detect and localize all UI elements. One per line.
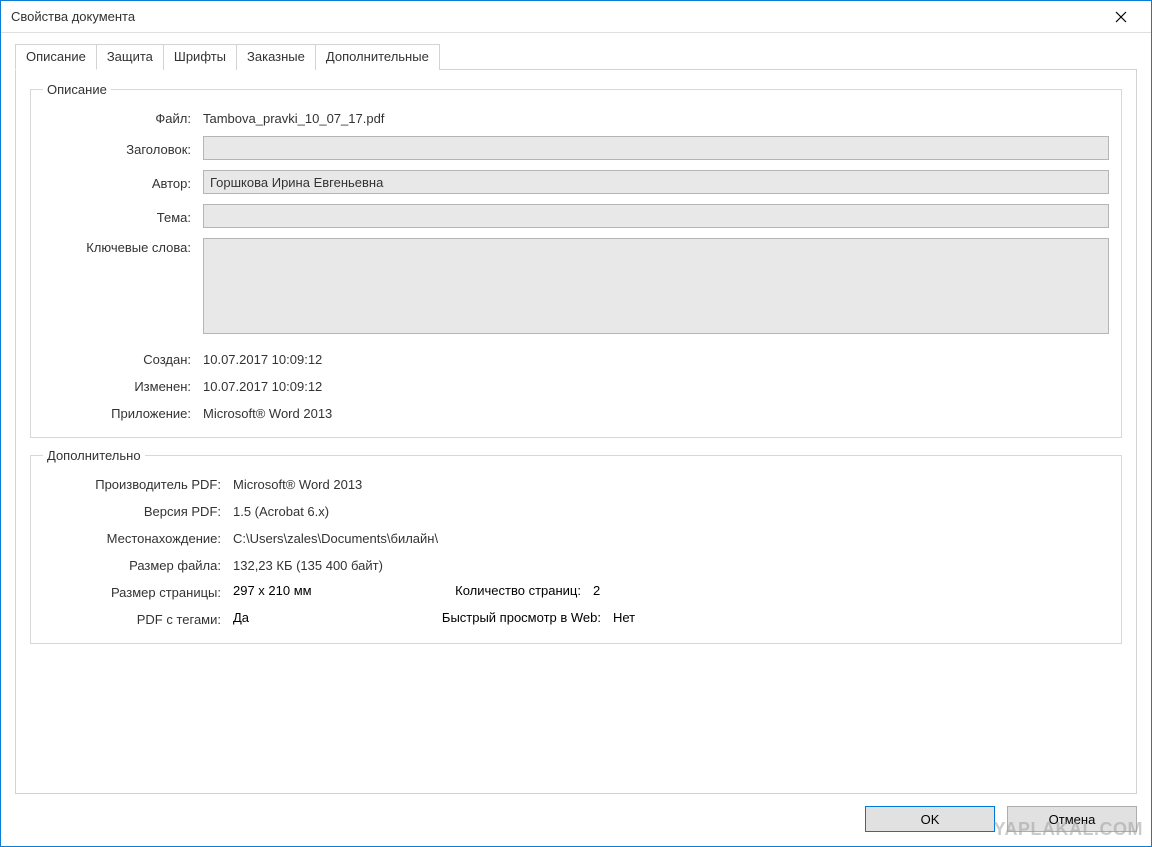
row-title: Заголовок:: [43, 136, 1109, 160]
row-application: Приложение: Microsoft® Word 2013: [43, 404, 1109, 421]
application-value: Microsoft® Word 2013: [203, 404, 1109, 421]
tab-panel-description: Описание Файл: Tambova_pravki_10_07_17.p…: [15, 69, 1137, 794]
row-filesize: Размер файла: 132,23 КБ (135 400 байт): [43, 556, 1109, 573]
pagesize-value: 297 x 210 мм: [233, 583, 433, 600]
subject-input[interactable]: [203, 204, 1109, 228]
close-button[interactable]: [1099, 2, 1143, 32]
modified-value: 10.07.2017 10:09:12: [203, 377, 1109, 394]
author-label: Автор:: [43, 174, 203, 191]
pagecount-label: Количество страниц:: [433, 583, 593, 600]
keywords-label: Ключевые слова:: [43, 238, 203, 255]
version-label: Версия PDF:: [43, 502, 233, 519]
row-pagesize-count: Размер страницы: 297 x 210 мм Количество…: [43, 583, 1109, 600]
tagged-label: PDF с тегами:: [43, 610, 233, 627]
row-modified: Изменен: 10.07.2017 10:09:12: [43, 377, 1109, 394]
application-label: Приложение:: [43, 404, 203, 421]
tab-custom[interactable]: Заказные: [236, 44, 316, 70]
ok-button[interactable]: OK: [865, 806, 995, 832]
row-created: Создан: 10.07.2017 10:09:12: [43, 350, 1109, 367]
close-icon: [1115, 11, 1127, 23]
description-group-legend: Описание: [43, 82, 111, 97]
title-label: Заголовок:: [43, 140, 203, 157]
filesize-value: 132,23 КБ (135 400 байт): [233, 556, 1109, 573]
created-value: 10.07.2017 10:09:12: [203, 350, 1109, 367]
subject-label: Тема:: [43, 208, 203, 225]
dialog-buttons: OK Отмена: [1, 794, 1151, 846]
row-subject: Тема:: [43, 204, 1109, 228]
pagecount-value: 2: [593, 583, 1109, 600]
title-input[interactable]: [203, 136, 1109, 160]
row-location: Местонахождение: C:\Users\zales\Document…: [43, 529, 1109, 546]
dialog-content: Описание Защита Шрифты Заказные Дополнит…: [1, 33, 1151, 794]
file-value: Tambova_pravki_10_07_17.pdf: [203, 109, 1109, 126]
producer-label: Производитель PDF:: [43, 475, 233, 492]
file-label: Файл:: [43, 109, 203, 126]
row-producer: Производитель PDF: Microsoft® Word 2013: [43, 475, 1109, 492]
tagged-value: Да: [233, 610, 433, 627]
titlebar: Свойства документа: [1, 1, 1151, 33]
additional-group: Дополнительно Производитель PDF: Microso…: [30, 448, 1122, 644]
window-title: Свойства документа: [11, 9, 1099, 24]
tab-strip: Описание Защита Шрифты Заказные Дополнит…: [15, 43, 1137, 69]
document-properties-dialog: Свойства документа Описание Защита Шрифт…: [0, 0, 1152, 847]
tab-fonts[interactable]: Шрифты: [163, 44, 237, 70]
row-author: Автор:: [43, 170, 1109, 194]
fastweb-label: Быстрый просмотр в Web:: [433, 610, 613, 627]
author-input[interactable]: [203, 170, 1109, 194]
row-file: Файл: Tambova_pravki_10_07_17.pdf: [43, 109, 1109, 126]
filesize-label: Размер файла:: [43, 556, 233, 573]
additional-group-legend: Дополнительно: [43, 448, 145, 463]
tab-security[interactable]: Защита: [96, 44, 164, 70]
row-keywords: Ключевые слова:: [43, 238, 1109, 334]
version-value: 1.5 (Acrobat 6.x): [233, 502, 1109, 519]
tab-description[interactable]: Описание: [15, 44, 97, 70]
description-group: Описание Файл: Tambova_pravki_10_07_17.p…: [30, 82, 1122, 438]
created-label: Создан:: [43, 350, 203, 367]
modified-label: Изменен:: [43, 377, 203, 394]
producer-value: Microsoft® Word 2013: [233, 475, 1109, 492]
keywords-input[interactable]: [203, 238, 1109, 334]
row-tagged-fastweb: PDF с тегами: Да Быстрый просмотр в Web:…: [43, 610, 1109, 627]
cancel-button[interactable]: Отмена: [1007, 806, 1137, 832]
fastweb-value: Нет: [613, 610, 1109, 627]
tab-additional[interactable]: Дополнительные: [315, 44, 440, 70]
location-label: Местонахождение:: [43, 529, 233, 546]
pagesize-label: Размер страницы:: [43, 583, 233, 600]
location-value: C:\Users\zales\Documents\билайн\: [233, 529, 1109, 546]
row-version: Версия PDF: 1.5 (Acrobat 6.x): [43, 502, 1109, 519]
